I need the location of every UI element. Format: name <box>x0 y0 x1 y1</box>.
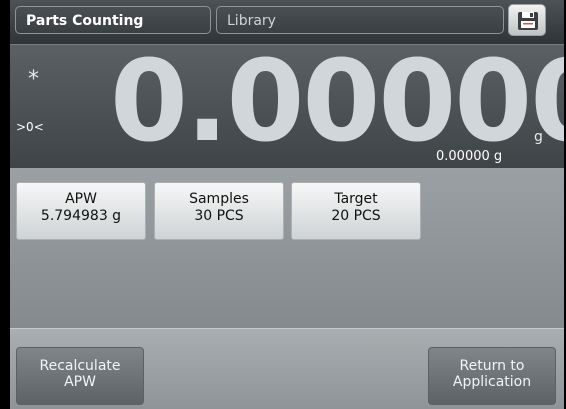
apw-label: APW <box>65 191 97 207</box>
return-line2: Application <box>452 374 532 390</box>
samples-button[interactable]: Samples 30 PCS <box>154 182 284 240</box>
samples-value: 30 PCS <box>194 208 244 224</box>
recalculate-line2: APW <box>64 374 96 390</box>
target-label: Target <box>334 191 378 207</box>
bottom-bar: Recalculate APW Return to Application <box>10 328 564 409</box>
target-value: 20 PCS <box>331 208 381 224</box>
return-to-application-button[interactable]: Return to Application <box>428 347 556 405</box>
stability-indicator: * <box>28 67 39 92</box>
samples-label: Samples <box>189 191 249 207</box>
save-button[interactable] <box>508 4 546 36</box>
secondary-weight-value: 0.00000 g <box>436 149 503 164</box>
weight-unit: g <box>534 129 543 145</box>
recalculate-line1: Recalculate <box>39 358 121 374</box>
parameter-panel: APW 5.794983 g Samples 30 PCS Target 20 … <box>10 168 564 328</box>
center-of-zero-indicator: >0< <box>16 120 44 134</box>
return-line1: Return to <box>459 358 525 374</box>
apw-value: 5.794983 g <box>40 208 122 224</box>
balance-screen: Parts Counting Library * >0< 0.00000 g 0… <box>10 0 564 409</box>
recalculate-apw-button[interactable]: Recalculate APW <box>16 347 144 405</box>
library-tab[interactable]: Library <box>216 6 504 34</box>
weight-display: * >0< 0.00000 g 0.00000 g <box>10 37 564 168</box>
floppy-disk-icon <box>518 12 538 30</box>
apw-button[interactable]: APW 5.794983 g <box>16 182 146 240</box>
target-button[interactable]: Target 20 PCS <box>291 182 421 240</box>
application-tab[interactable]: Parts Counting <box>15 6 211 34</box>
main-weight-value: 0.00000 <box>110 37 564 167</box>
